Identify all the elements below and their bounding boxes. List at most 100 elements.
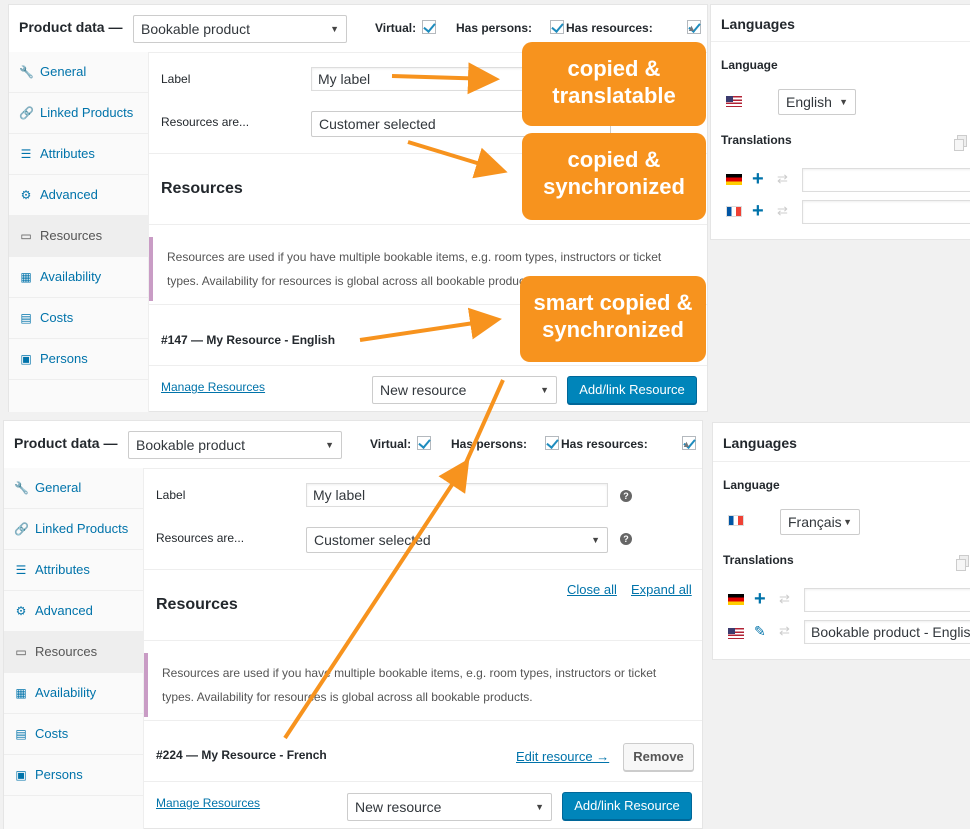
new-resource-select[interactable]: New resource ▼ xyxy=(372,376,557,404)
language-select[interactable]: English ▼ xyxy=(778,89,856,115)
close-all-link[interactable]: Close all xyxy=(567,582,617,597)
label-field-label: Label xyxy=(161,72,191,86)
tab-persons[interactable]: ▣ Persons xyxy=(9,339,149,380)
resource-item-title[interactable]: #147 — My Resource - English xyxy=(161,333,335,347)
tab-costs[interactable]: ▤ Costs xyxy=(9,298,149,339)
translation-input-fr[interactable] xyxy=(802,200,970,224)
callout-line: synchronized xyxy=(542,317,684,342)
product-data-panel-bottom: Product data — Bookable product ▼ Virtua… xyxy=(3,420,703,829)
chevron-down-icon: ▼ xyxy=(535,802,544,812)
tab-attributes[interactable]: ☰ Attributes xyxy=(9,134,149,175)
tab-label: Linked Products xyxy=(40,105,134,120)
translation-input-de[interactable] xyxy=(802,168,970,192)
has-resources-label: Has resources: xyxy=(561,437,648,451)
manage-resources-link[interactable]: Manage Resources xyxy=(161,380,265,394)
resources-section-title: Resources xyxy=(156,596,238,613)
calendar-icon: ▦ xyxy=(15,686,27,700)
translation-input-en[interactable]: Bookable product - English xyxy=(804,620,970,644)
callout-line: smart copied & xyxy=(533,290,693,315)
chevron-down-icon: ▼ xyxy=(325,440,334,450)
tab-label: Persons xyxy=(40,351,88,366)
resources-are-label: Resources are... xyxy=(161,115,250,129)
language-select[interactable]: Français ▼ xyxy=(780,509,860,535)
copy-icon[interactable] xyxy=(956,555,969,571)
money-icon: ▤ xyxy=(15,727,27,741)
callout-line: translatable xyxy=(552,83,676,108)
plus-icon[interactable]: + xyxy=(752,169,764,189)
pencil-icon[interactable]: ✎ xyxy=(754,623,766,640)
collapse-arrow-icon[interactable]: ▲ xyxy=(682,439,691,449)
tab-label: General xyxy=(35,480,82,495)
tab-resources[interactable]: ▭ Resources xyxy=(9,216,149,257)
sync-icon: ⇄ xyxy=(779,591,790,606)
us-flag-icon xyxy=(726,96,742,107)
gear-icon: ⚙ xyxy=(20,188,32,202)
resource-item-title[interactable]: #224 — My Resource - French xyxy=(156,748,327,762)
add-link-resource-button[interactable]: Add/link Resource xyxy=(567,376,697,404)
language-value: English xyxy=(786,94,832,110)
callout-line: copied & xyxy=(567,56,661,81)
tab-costs[interactable]: ▤ Costs xyxy=(4,714,144,755)
plus-icon[interactable]: + xyxy=(752,201,764,221)
chevron-down-icon: ▼ xyxy=(330,24,339,34)
languages-title: Languages xyxy=(721,16,795,32)
virtual-label: Virtual: xyxy=(370,437,412,451)
fr-flag-icon xyxy=(726,206,742,217)
resources-section-title: Resources xyxy=(161,180,243,197)
divider xyxy=(144,569,702,570)
product-type-value: Bookable product xyxy=(136,437,245,453)
label-input[interactable]: My label xyxy=(306,483,608,507)
tab-linked-products[interactable]: 🔗 Linked Products xyxy=(9,93,149,134)
add-link-resource-button[interactable]: Add/link Resource xyxy=(562,792,692,820)
has-resources-label: Has resources: xyxy=(566,21,653,35)
plus-icon[interactable]: + xyxy=(754,589,766,609)
tab-label: Availability xyxy=(35,685,97,700)
product-type-value: Bookable product xyxy=(141,21,250,37)
tab-linked-products[interactable]: 🔗 Linked Products xyxy=(4,509,144,550)
tab-label: Resources xyxy=(35,644,98,659)
manage-resources-link[interactable]: Manage Resources xyxy=(156,796,260,810)
tab-advanced[interactable]: ⚙ Advanced xyxy=(4,591,144,632)
expand-all-link[interactable]: Expand all xyxy=(631,582,692,597)
help-icon[interactable]: ? xyxy=(620,490,632,502)
tab-persons[interactable]: ▣ Persons xyxy=(4,755,144,796)
notice-line: Resources are used if you have multiple … xyxy=(167,250,662,264)
has-persons-checkbox[interactable] xyxy=(544,436,559,450)
collapse-arrow-icon[interactable]: ▲ xyxy=(687,23,696,33)
virtual-checkbox[interactable] xyxy=(422,20,436,34)
new-resource-select[interactable]: New resource ▼ xyxy=(347,793,552,821)
tab-advanced[interactable]: ⚙ Advanced xyxy=(9,175,149,216)
has-persons-label: Has persons: xyxy=(451,437,528,451)
resources-are-select[interactable]: Customer selected ▼ xyxy=(306,527,608,553)
resources-are-value: Customer selected xyxy=(319,116,436,132)
wrench-icon: 🔧 xyxy=(14,481,29,495)
monitor-icon: ▭ xyxy=(15,645,27,659)
languages-box-bottom: Languages Language Français ▼ Translatio… xyxy=(712,422,970,660)
product-tabs: 🔧 General 🔗 Linked Products ☰ Attributes ⚙ A… xyxy=(9,52,149,412)
translation-input-de[interactable] xyxy=(804,588,970,612)
divider xyxy=(711,41,970,42)
tab-label: Attributes xyxy=(35,562,90,577)
tab-label: Persons xyxy=(35,767,83,782)
gear-icon: ⚙ xyxy=(15,604,27,618)
has-persons-checkbox[interactable] xyxy=(549,20,564,34)
product-tabs: 🔧 General 🔗 Linked Products ☰ Attributes ⚙ A… xyxy=(4,468,144,829)
help-icon[interactable]: ? xyxy=(620,533,632,545)
tab-label: Linked Products xyxy=(35,521,129,536)
edit-resource-link[interactable]: Edit resource → xyxy=(516,749,609,764)
copy-icon[interactable] xyxy=(954,135,967,151)
tab-attributes[interactable]: ☰ Attributes xyxy=(4,550,144,591)
divider xyxy=(149,365,707,366)
tab-availability[interactable]: ▦ Availability xyxy=(4,673,144,714)
translations-label: Translations xyxy=(723,553,794,567)
language-label: Language xyxy=(723,478,780,492)
tab-resources[interactable]: ▭ Resources xyxy=(4,632,144,673)
product-type-select[interactable]: Bookable product ▼ xyxy=(128,431,342,459)
product-type-select[interactable]: Bookable product ▼ xyxy=(133,15,347,43)
virtual-checkbox[interactable] xyxy=(417,436,431,450)
remove-button[interactable]: Remove xyxy=(623,743,694,771)
sync-icon: ⇄ xyxy=(777,171,788,186)
tab-general[interactable]: 🔧 General xyxy=(9,52,149,93)
tab-general[interactable]: 🔧 General xyxy=(4,468,144,509)
tab-availability[interactable]: ▦ Availability xyxy=(9,257,149,298)
